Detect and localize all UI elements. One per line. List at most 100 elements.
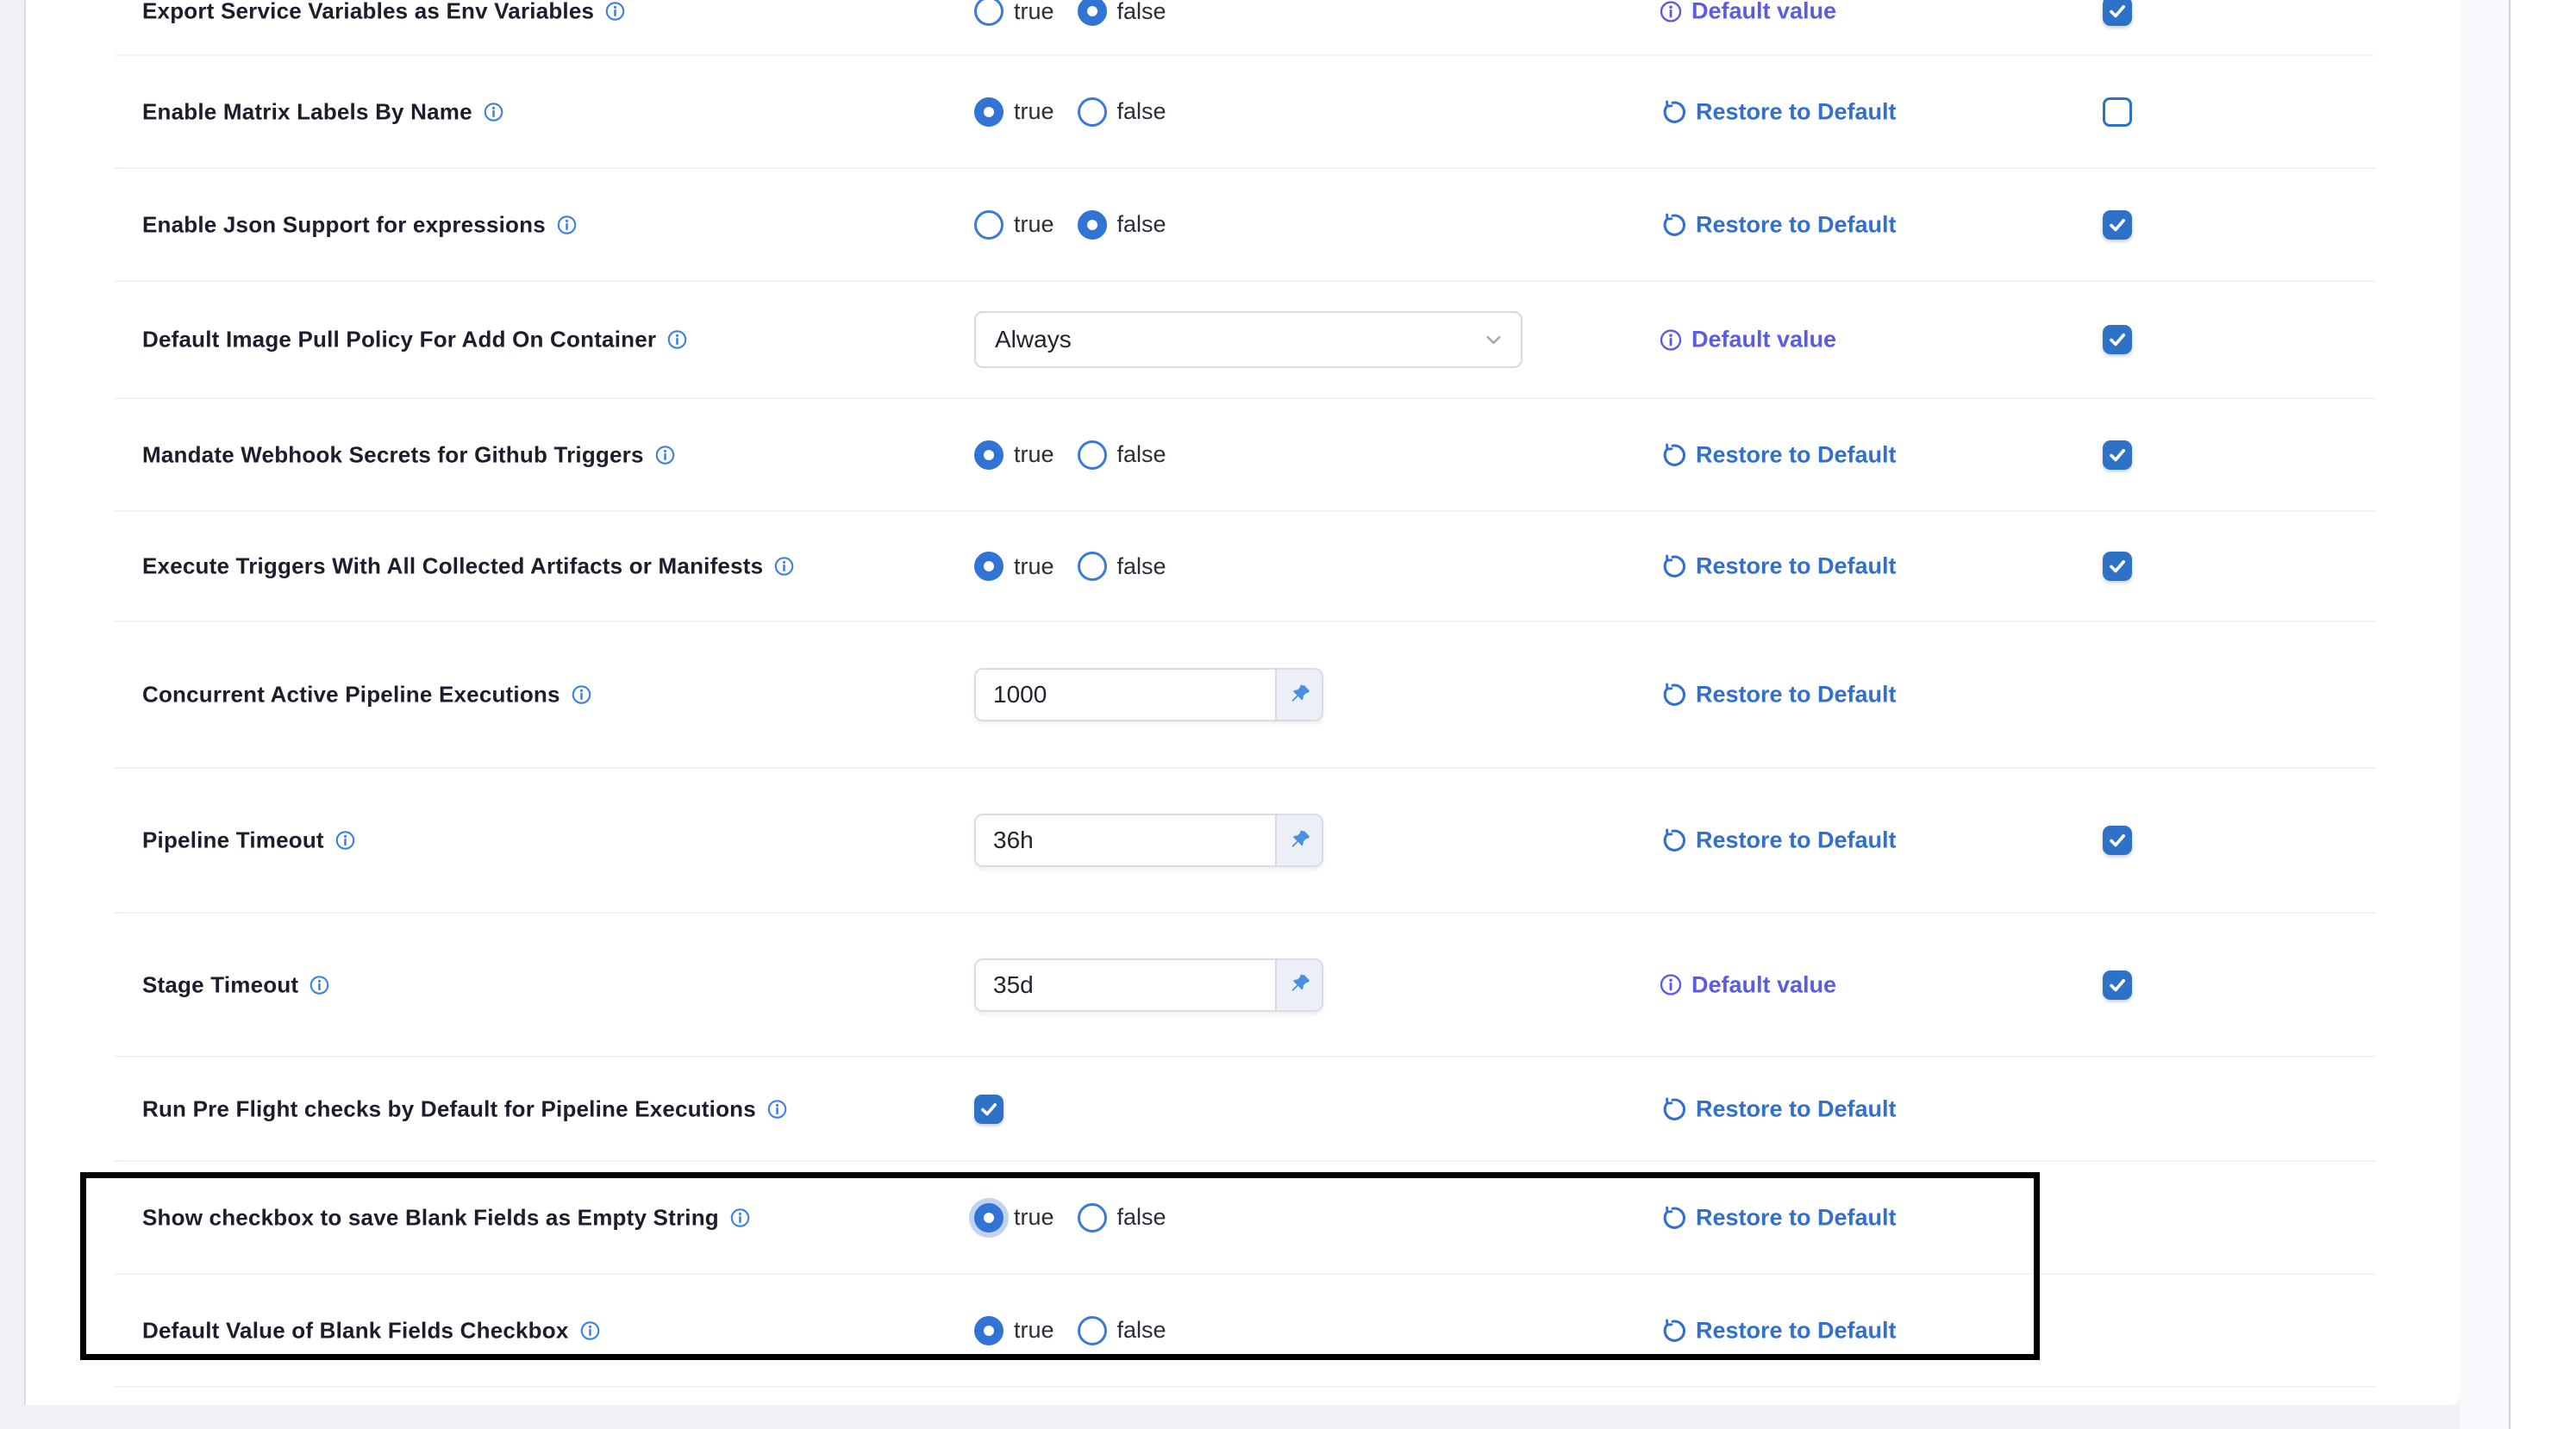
info-icon[interactable] [335,831,355,851]
true-false-radio-group: true false [974,552,1166,581]
true-false-radio-group: true false [974,0,1166,26]
setting-label: Execute Triggers With All Collected Arti… [142,553,763,580]
check-icon [979,1099,999,1120]
restore-to-default-link[interactable]: Restore to Default [1696,211,1897,238]
restore-icon [1660,1095,1686,1122]
radio-true-label[interactable]: true [1014,553,1054,580]
true-false-radio-group: true false [974,210,1166,240]
scrollbar-track [2460,0,2510,1429]
radio-false-label[interactable]: false [1117,1317,1166,1344]
allow-override-checkbox[interactable] [2103,325,2132,354]
check-icon [2107,830,2128,851]
settings-row: Concurrent Active Pipeline Executions tr… [115,622,2375,769]
preflight-checkbox[interactable] [974,1095,1004,1124]
radio-true-label[interactable]: true [1014,0,1054,25]
setting-label: Concurrent Active Pipeline Executions [142,682,560,708]
allow-override-checkbox[interactable] [2103,552,2132,581]
setting-label: Show checkbox to save Blank Fields as Em… [142,1204,719,1231]
runtime-input-pin-button[interactable] [1275,960,1322,1010]
settings-row: Enable Matrix Labels By Name true false [115,56,2375,169]
radio-false[interactable] [1078,1316,1107,1345]
info-icon[interactable] [1660,0,1682,22]
setting-input[interactable]: 1000 [976,670,1275,720]
check-icon [2107,215,2128,235]
radio-false[interactable] [1078,1203,1107,1232]
restore-icon [1660,827,1686,854]
info-icon[interactable] [572,685,591,705]
radio-false[interactable] [1078,210,1107,240]
info-icon[interactable] [484,102,503,122]
left-page-gutter [0,0,26,1429]
radio-false[interactable] [1078,97,1107,127]
radio-true-label[interactable]: true [1014,441,1054,468]
allow-override-checkbox[interactable] [2103,970,2132,1000]
radio-true[interactable] [974,1203,1004,1232]
restore-to-default-link[interactable]: Restore to Default [1696,827,1897,854]
radio-false[interactable] [1078,0,1107,26]
radio-true-label[interactable]: true [1014,1317,1054,1344]
radio-true[interactable] [974,0,1004,26]
radio-false-label[interactable]: false [1117,98,1166,125]
info-icon[interactable] [730,1207,750,1227]
allow-override-checkbox[interactable] [2103,826,2132,855]
restore-to-default-link[interactable]: Restore to Default [1696,682,1897,708]
settings-card: Export Service Variables as Env Variable… [26,0,2460,1405]
radio-true-label[interactable]: true [1014,98,1054,125]
info-icon[interactable] [557,215,577,234]
info-icon[interactable] [655,445,675,465]
settings-row: Pipeline Timeout true false 36h [115,769,2375,914]
info-icon[interactable] [605,2,625,22]
restore-icon [1660,441,1686,468]
runtime-input-pin-button[interactable] [1275,815,1322,865]
check-icon [2107,329,2128,350]
runtime-input-pin-button[interactable] [1275,670,1322,720]
radio-true[interactable] [974,210,1004,240]
radio-false-label[interactable]: false [1117,0,1166,25]
radio-true-label[interactable]: true [1014,1204,1054,1231]
restore-to-default-link[interactable]: Restore to Default [1696,1317,1897,1344]
pin-icon [1288,829,1311,852]
radio-false-label[interactable]: false [1117,1204,1166,1231]
select-value: Always [995,326,1072,353]
restore-to-default-link[interactable]: Restore to Default [1696,553,1897,580]
restore-to-default-link[interactable]: Restore to Default [1696,1095,1897,1122]
radio-true-label[interactable]: true [1014,211,1054,238]
setting-input-group: 1000 [974,668,1323,721]
default-value-label: Default value [1691,971,1836,998]
pin-icon [1288,683,1311,707]
radio-false[interactable] [1078,440,1107,470]
radio-false[interactable] [1078,552,1107,581]
image-pull-policy-select[interactable]: Always [974,311,1522,368]
info-icon[interactable] [309,975,329,995]
allow-override-checkbox[interactable] [2103,0,2132,26]
true-false-radio-group: true false [974,1203,1166,1232]
settings-rows: Export Service Variables as Env Variable… [115,0,2375,1388]
info-icon[interactable] [580,1320,600,1340]
radio-true[interactable] [974,1316,1004,1345]
info-icon[interactable] [774,557,794,577]
radio-true[interactable] [974,97,1004,127]
check-icon [2107,1,2128,22]
restore-to-default-link[interactable]: Restore to Default [1696,1204,1897,1231]
true-false-radio-group: true false [974,1316,1166,1345]
setting-input[interactable]: 36h [976,815,1275,865]
info-icon[interactable] [1660,974,1682,996]
restore-to-default-link[interactable]: Restore to Default [1696,98,1897,125]
setting-label: Mandate Webhook Secrets for Github Trigg… [142,441,644,468]
info-icon[interactable] [767,1099,787,1119]
allow-override-checkbox[interactable] [2103,210,2132,240]
settings-row: Default Value of Blank Fields Checkbox t… [115,1275,2375,1388]
allow-override-checkbox[interactable] [2103,440,2132,470]
radio-false-label[interactable]: false [1117,553,1166,580]
radio-false-label[interactable]: false [1117,441,1166,468]
radio-false-label[interactable]: false [1117,211,1166,238]
default-value-label: Default value [1691,0,1836,25]
radio-true[interactable] [974,552,1004,581]
allow-override-checkbox[interactable] [2103,97,2132,127]
settings-row: Enable Json Support for expressions true… [115,169,2375,282]
setting-input[interactable]: 35d [976,960,1275,1010]
info-icon[interactable] [1660,328,1682,351]
radio-true[interactable] [974,440,1004,470]
restore-to-default-link[interactable]: Restore to Default [1696,441,1897,468]
info-icon[interactable] [667,330,687,350]
